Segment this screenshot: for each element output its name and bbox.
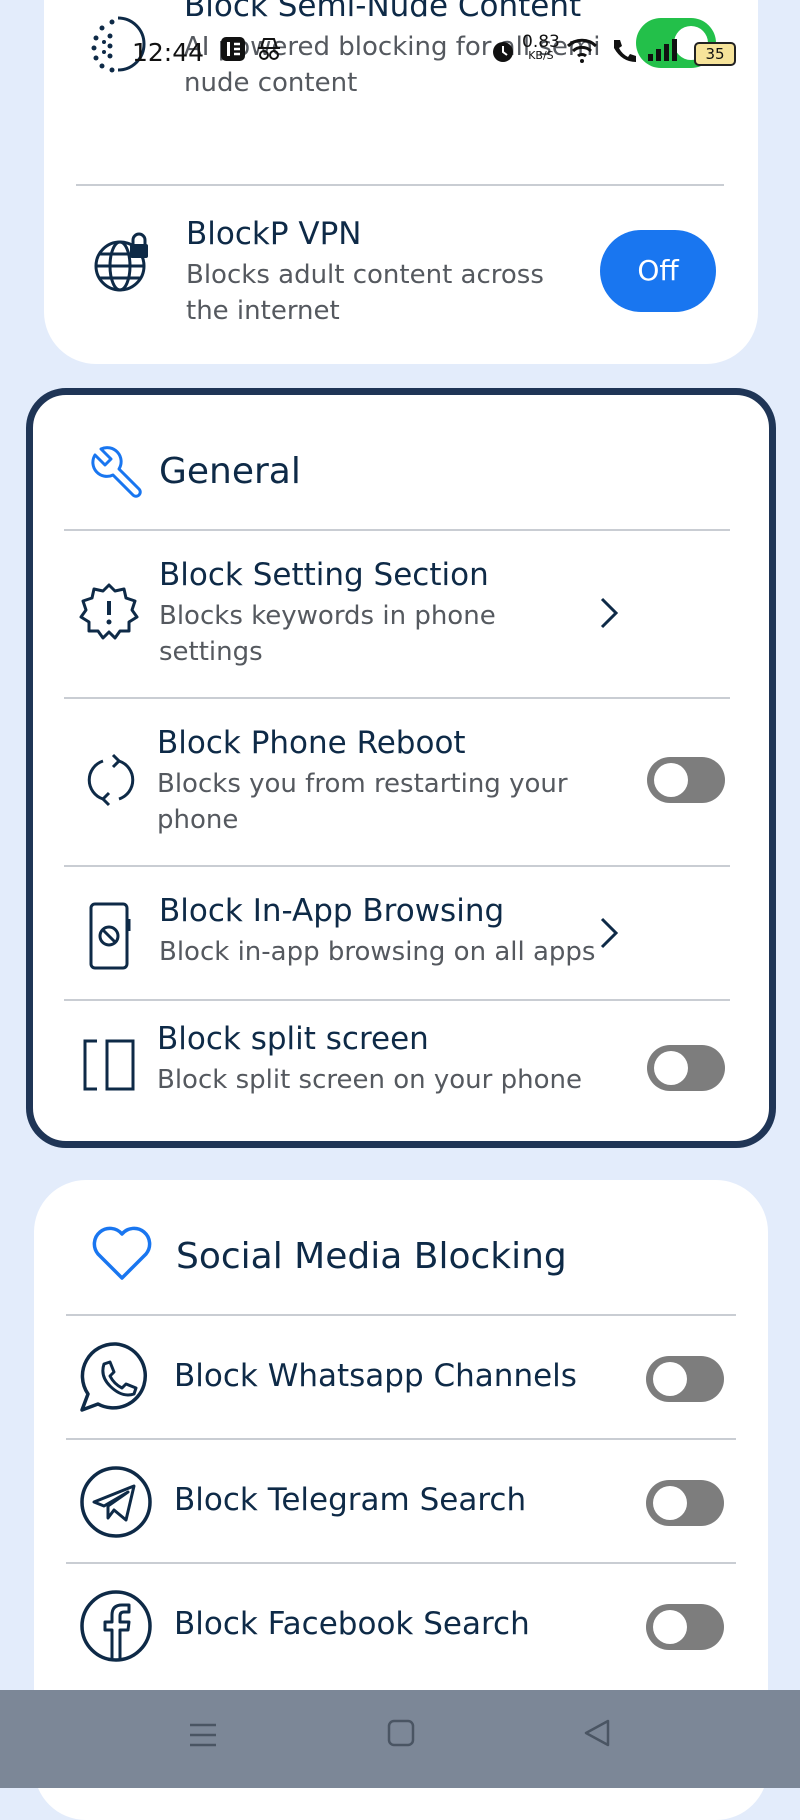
network-speed-value: 0.83	[522, 32, 560, 52]
general-card: General Block Setting Section Blocks key…	[26, 388, 776, 1148]
toggle-knob	[653, 1610, 687, 1644]
social-title: Social Media Blocking	[176, 1236, 567, 1277]
menu-icon[interactable]	[188, 1720, 218, 1750]
system-nav-bar	[0, 1690, 800, 1788]
battery-indicator: 35	[694, 42, 736, 66]
chevron-right-icon	[600, 597, 619, 629]
in-app-browsing-title: Block In-App Browsing	[159, 893, 505, 929]
facebook-icon	[80, 1590, 152, 1662]
toggle-knob	[654, 1051, 688, 1085]
block-telegram-row: Block Telegram Search	[34, 1440, 768, 1564]
block-whatsapp-row: Block Whatsapp Channels	[34, 1316, 768, 1440]
general-title: General	[159, 451, 301, 492]
status-bar: 12:44 0.83 KB/S 35	[0, 28, 800, 72]
status-time: 12:44	[132, 38, 205, 67]
telegram-toggle[interactable]	[646, 1480, 724, 1526]
phone-block-icon	[89, 902, 131, 970]
setting-section-title: Block Setting Section	[159, 557, 489, 593]
split-screen-toggle[interactable]	[647, 1045, 725, 1091]
signal-icon	[648, 39, 677, 61]
whatsapp-title: Block Whatsapp Channels	[174, 1358, 577, 1394]
vpn-title: BlockP VPN	[186, 216, 362, 252]
globe-lock-icon	[94, 232, 148, 292]
network-speed: 0.83 KB/S	[522, 32, 560, 62]
chevron-right-icon	[600, 917, 619, 949]
home-icon[interactable]	[386, 1718, 416, 1748]
telegram-title: Block Telegram Search	[174, 1482, 527, 1518]
phone-reboot-toggle[interactable]	[647, 757, 725, 803]
gear-alert-icon	[79, 583, 139, 640]
wifi-call-icon	[614, 40, 636, 62]
block-facebook-row: Block Facebook Search	[34, 1564, 768, 1688]
wifi-icon	[566, 38, 598, 63]
facebook-toggle[interactable]	[646, 1604, 724, 1650]
back-icon[interactable]	[582, 1718, 612, 1748]
toggle-knob	[654, 763, 688, 797]
phone-reboot-desc-line1: Blocks you from restarting your	[157, 769, 568, 799]
split-screen-title: Block split screen	[157, 1021, 429, 1057]
facebook-title: Block Facebook Search	[174, 1606, 530, 1642]
block-split-screen-row: Block split screen Block split screen on…	[37, 1001, 765, 1131]
split-screen-icon	[83, 1039, 135, 1091]
general-card-inner: General Block Setting Section Blocks key…	[37, 399, 765, 1137]
semi-nude-title: Block Semi-Nude Content	[184, 0, 582, 24]
toggle-knob	[653, 1362, 687, 1396]
vpn-row: BlockP VPN Blocks adult content across t…	[44, 190, 758, 326]
divider	[76, 184, 724, 186]
block-phone-reboot-row: Block Phone Reboot Blocks you from resta…	[37, 699, 765, 865]
setting-section-desc-line2: settings	[159, 637, 263, 667]
block-setting-section-row[interactable]: Block Setting Section Blocks keywords in…	[37, 531, 765, 697]
vpn-desc-line2: the internet	[186, 296, 340, 326]
app-notification-icon	[221, 37, 245, 61]
restart-icon	[87, 753, 135, 807]
vpn-off-button[interactable]: Off	[600, 230, 716, 312]
whatsapp-icon	[80, 1342, 147, 1412]
heart-icon	[92, 1226, 152, 1280]
block-in-app-browsing-row[interactable]: Block In-App Browsing Block in-app brows…	[37, 867, 765, 999]
phone-reboot-desc-line2: phone	[157, 805, 239, 835]
in-app-browsing-desc-line1: Block in-app browsing on all apps	[159, 937, 596, 967]
telegram-icon	[80, 1466, 152, 1538]
alarm-icon	[493, 42, 513, 62]
incognito-icon	[258, 38, 280, 60]
toggle-knob	[653, 1486, 687, 1520]
vpn-desc-line1: Blocks adult content across	[186, 260, 544, 290]
split-screen-desc-line1: Block split screen on your phone	[157, 1065, 582, 1095]
phone-reboot-title: Block Phone Reboot	[157, 725, 466, 761]
wrench-icon	[91, 446, 142, 498]
whatsapp-toggle[interactable]	[646, 1356, 724, 1402]
setting-section-desc-line1: Blocks keywords in phone	[159, 601, 496, 631]
